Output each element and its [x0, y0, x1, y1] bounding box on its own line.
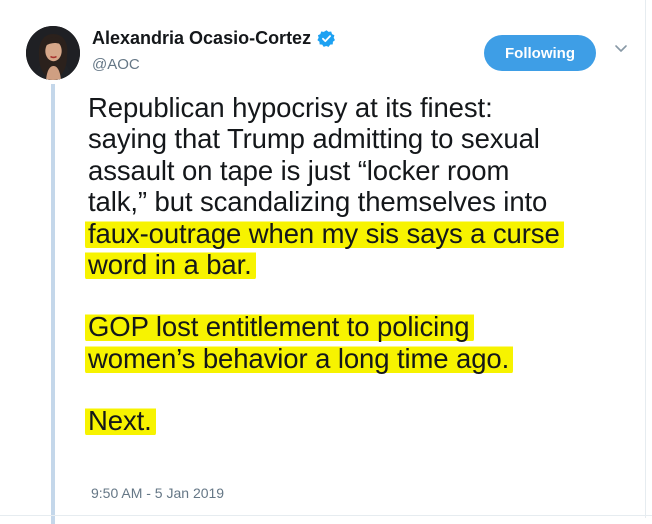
thread-connector-line: [51, 84, 55, 524]
tweet-line: women’s behavior a long time ago.: [85, 342, 636, 374]
highlighted-text: women’s behavior a long time ago.: [85, 342, 514, 374]
tweet-line-text: saying that Trump admitting to sexual: [88, 123, 540, 155]
card-bottom-border: [0, 515, 652, 516]
card-border: [645, 0, 646, 518]
tweet-line: saying that Trump admitting to sexual: [88, 123, 636, 154]
tweet-line: GOP lost entitlement to policing: [85, 311, 636, 343]
tweet-line-text: assault on tape is just “locker room: [88, 154, 510, 186]
following-button[interactable]: Following: [484, 35, 596, 71]
tweet-line: faux-outrage when my sis says a curse: [85, 217, 636, 249]
highlighted-text: word in a bar.: [85, 249, 256, 281]
highlighted-text: GOP lost entitlement to policing: [85, 311, 474, 343]
tweet-line: talk,” but scandalizing themselves into: [88, 186, 636, 217]
highlighted-text: faux-outrage when my sis says a curse: [85, 217, 564, 249]
avatar[interactable]: [26, 26, 80, 80]
tweet-line: word in a bar.: [85, 249, 636, 281]
tweet-line: Republican hypocrisy at its finest:: [88, 92, 636, 123]
author-display-name[interactable]: Alexandria Ocasio-Cortez: [92, 28, 311, 49]
highlighted-text: Next.: [85, 405, 156, 437]
tweet-line: Next.: [85, 405, 636, 437]
chevron-down-icon[interactable]: [613, 40, 629, 56]
tweet-line-text: talk,” but scandalizing themselves into: [88, 186, 548, 218]
tweet-line: assault on tape is just “locker room: [88, 155, 636, 186]
tweet-text: Republican hypocrisy at its finest: sayi…: [85, 92, 636, 437]
profile-photo-icon: [26, 26, 80, 80]
tweet-line-text: Republican hypocrisy at its finest:: [88, 92, 493, 123]
author-handle[interactable]: @AOC: [92, 56, 140, 73]
tweet-timestamp[interactable]: 9:50 AM - 5 Jan 2019: [91, 485, 224, 501]
author-name-row: Alexandria Ocasio-Cortez: [92, 28, 336, 49]
verified-badge-icon: [317, 29, 336, 48]
